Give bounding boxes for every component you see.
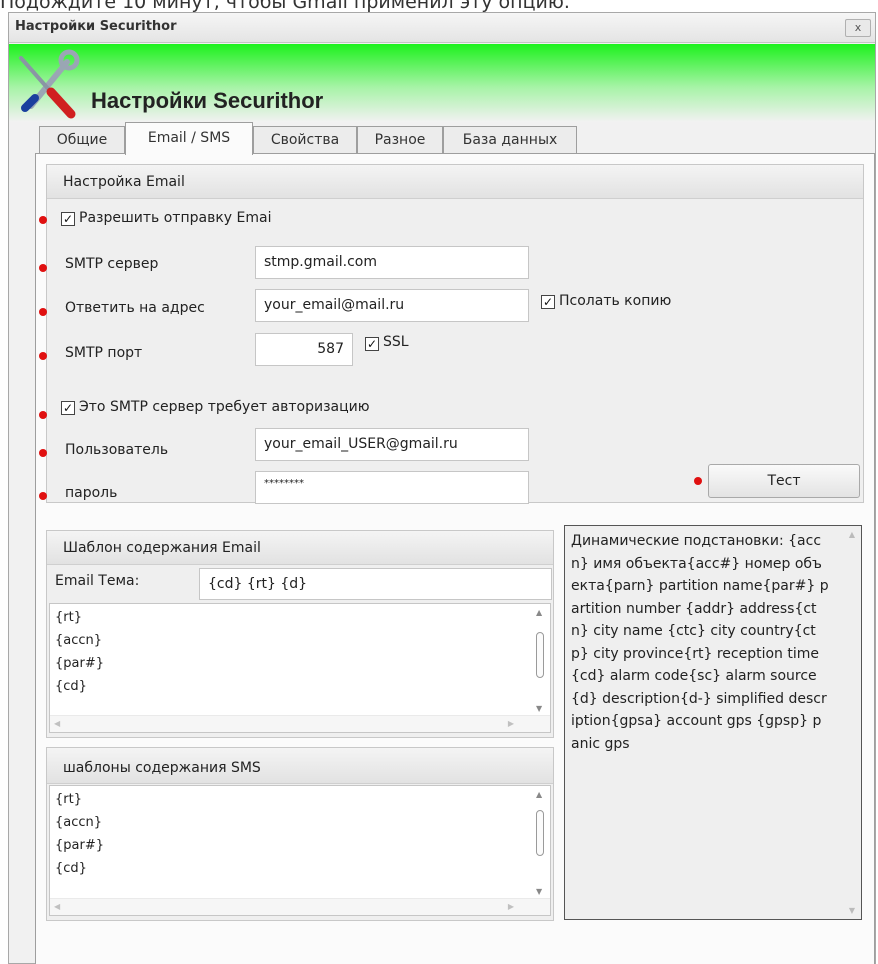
marker-dot (39, 352, 47, 360)
textarea-line: {par#} (55, 838, 104, 853)
reply-to-input[interactable]: your_email@mail.ru (255, 289, 529, 322)
sms-body-textarea[interactable]: {rt} {accn} {par#} {cd} ▲ ▼ ◀ ▶ (49, 785, 551, 916)
ssl-label: SSL (383, 334, 409, 350)
textarea-line: {rt} (55, 792, 82, 807)
textarea-line: {par#} (55, 656, 104, 671)
marker-dot (39, 264, 47, 272)
scroll-left-icon[interactable]: ◀ (54, 719, 60, 728)
smtp-port-input[interactable]: 587 (255, 333, 353, 366)
tab-misc[interactable]: Разное (357, 126, 443, 154)
allow-sending-label: Разрешить отправку Emai (79, 210, 272, 226)
header-title: Настройки Securithor (91, 88, 324, 113)
email-settings-header: Настройка Email (47, 165, 863, 199)
textarea-line: {cd} (55, 679, 87, 694)
textarea-line: {accn} (55, 815, 103, 830)
scroll-right-icon[interactable]: ▶ (508, 719, 514, 728)
marker-dot (694, 477, 702, 485)
reply-to-label: Ответить на адрес (65, 300, 205, 316)
scroll-up-icon[interactable]: ▲ (849, 530, 855, 539)
email-settings-group: Настройка Email ✓ Разрешить отправку Ema… (39, 164, 864, 504)
textarea-line: {accn} (55, 633, 103, 648)
sms-template-group: шаблоны содержания SMS {rt} {accn} {par#… (46, 747, 554, 921)
tab-properties[interactable]: Свойства (253, 126, 357, 154)
scroll-up-icon[interactable]: ▲ (536, 790, 542, 799)
user-label: Пользователь (65, 442, 169, 458)
scroll-left-icon[interactable]: ◀ (54, 902, 60, 911)
email-body-textarea[interactable]: {rt} {accn} {par#} {cd} ▲ ▼ ◀ ▶ (49, 603, 551, 733)
textarea-line: {cd} (55, 861, 87, 876)
horizontal-scrollbar[interactable]: ◀ ▶ (50, 715, 550, 732)
email-subject-input[interactable]: {cd} {rt} {d} (199, 568, 552, 600)
marker-dot (39, 216, 47, 224)
scroll-down-icon[interactable]: ▼ (849, 906, 855, 915)
password-label: пароль (65, 485, 118, 501)
sms-template-header: шаблоны содержания SMS (47, 748, 553, 784)
settings-window: Настройки Securithor x Настройки Securit… (8, 12, 876, 964)
scroll-thumb[interactable] (536, 810, 544, 856)
email-template-group: Шаблон содержания Email Email Тема: {cd}… (46, 530, 554, 738)
close-button[interactable]: x (845, 19, 871, 37)
vertical-scrollbar[interactable]: ▲ ▼ (532, 604, 550, 715)
substitutions-help-box: Динамические подстановки: {accn} имя объ… (564, 525, 862, 920)
horizontal-scrollbar[interactable]: ◀ ▶ (50, 898, 550, 915)
smtp-server-input[interactable]: stmp.gmail.com (255, 246, 529, 279)
tab-email-sms[interactable]: Email / SMS (125, 122, 253, 155)
window-title: Настройки Securithor (15, 19, 177, 34)
tools-wrench-screwdriver-icon (19, 49, 80, 119)
smtp-port-label: SMTP порт (65, 345, 143, 361)
tab-panel-email-sms: Настройка Email ✓ Разрешить отправку Ema… (35, 153, 875, 964)
scroll-down-icon[interactable]: ▼ (536, 887, 542, 896)
scroll-right-icon[interactable]: ▶ (508, 902, 514, 911)
tab-database[interactable]: База данных (443, 126, 577, 154)
send-copy-checkbox[interactable]: ✓ (541, 295, 555, 309)
send-copy-label: Псолать копию (559, 293, 672, 309)
user-input[interactable]: your_email_USER@gmail.ru (255, 428, 529, 461)
substitutions-help-text: Динамические подстановки: {accn} имя объ… (571, 533, 829, 752)
marker-dot (39, 492, 47, 500)
requires-auth-label: Это SMTP сервер требует авторизацию (79, 399, 370, 415)
smtp-server-label: SMTP сервер (65, 256, 159, 272)
allow-sending-checkbox[interactable]: ✓ (61, 212, 75, 226)
title-bar: Настройки Securithor x (9, 13, 875, 43)
test-button[interactable]: Тест (708, 464, 860, 498)
scroll-down-icon[interactable]: ▼ (536, 704, 542, 713)
email-subject-label: Email Тема: (55, 573, 140, 589)
marker-dot (39, 449, 47, 457)
scroll-thumb[interactable] (536, 632, 544, 678)
scroll-up-icon[interactable]: ▲ (536, 608, 542, 617)
email-template-header: Шаблон содержания Email (47, 531, 553, 565)
tab-general[interactable]: Общие (39, 126, 125, 154)
password-input[interactable]: ******** (255, 471, 529, 504)
top-caption: Подождите 10 минут, чтобы Gmail применил… (0, 0, 570, 12)
textarea-line: {rt} (55, 610, 82, 625)
tab-bar: Общие Email / SMS Свойства Разное База д… (39, 122, 869, 155)
ssl-checkbox[interactable]: ✓ (365, 337, 379, 351)
header-banner: Настройки Securithor (9, 44, 875, 122)
requires-auth-checkbox[interactable]: ✓ (61, 401, 75, 415)
vertical-scrollbar[interactable]: ▲ ▼ (532, 786, 550, 898)
marker-dot (39, 411, 47, 419)
marker-dot (39, 308, 47, 316)
